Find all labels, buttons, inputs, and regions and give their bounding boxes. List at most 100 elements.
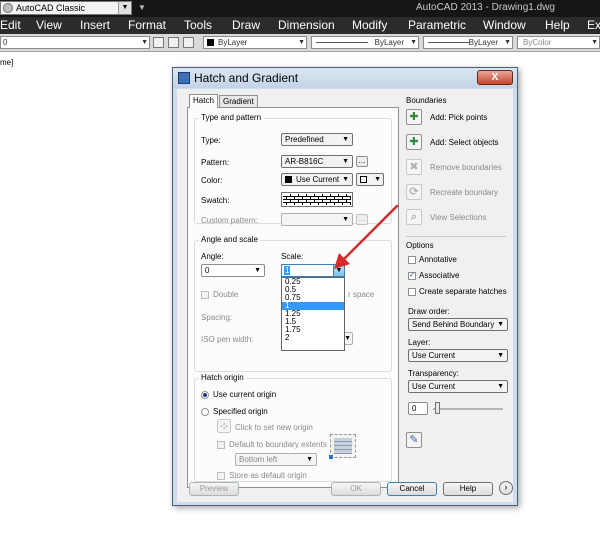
spacing-label: Spacing: xyxy=(201,313,233,322)
menu-tools[interactable]: Tools xyxy=(184,18,212,32)
scale-dropdown[interactable]: 1 ▼ xyxy=(281,264,345,277)
separate-hatches-label: Create separate hatches xyxy=(419,287,507,296)
group-title: Type and pattern xyxy=(199,113,264,123)
brick-pattern-icon xyxy=(283,194,351,205)
separate-hatches-checkbox[interactable] xyxy=(408,288,416,296)
associative-checkbox[interactable]: ✓ xyxy=(408,272,416,280)
linetype-dropdown[interactable]: ByLayer ▼ xyxy=(311,36,419,49)
view-selections-button[interactable]: ⌕ xyxy=(406,209,422,225)
double-checkbox[interactable] xyxy=(201,291,209,299)
plotstyle-dropdown[interactable]: ByColor ▼ xyxy=(517,36,600,49)
specified-origin-radio[interactable] xyxy=(201,408,209,416)
layer-label: Layer: xyxy=(408,338,431,347)
type-dropdown[interactable]: Predefined ▼ xyxy=(281,133,353,146)
angle-label: Angle: xyxy=(201,252,224,261)
dialog-caption-bar[interactable]: Hatch and Gradient X xyxy=(173,68,517,88)
dropdown-arrow-icon[interactable]: ▼ xyxy=(137,3,147,13)
add-pick-points-button[interactable]: ✚ xyxy=(406,109,422,125)
lineweight-preview xyxy=(428,42,470,43)
gear-icon xyxy=(3,3,13,13)
chevron-down-icon: ▼ xyxy=(118,2,131,14)
background-color-dropdown[interactable]: ▼ xyxy=(356,173,384,186)
menu-help[interactable]: Help xyxy=(545,18,570,32)
workspace-dropdown[interactable]: AutoCAD Classic ▼ xyxy=(0,1,132,15)
pattern-dropdown[interactable]: AR-B816C ▼ xyxy=(281,155,353,168)
use-current-origin-radio[interactable] xyxy=(201,391,209,399)
angle-dropdown[interactable]: 0 ▼ xyxy=(201,264,265,277)
hatch-layer-value: Use Current xyxy=(412,351,456,360)
recreate-boundary-label: Recreate boundary xyxy=(430,188,499,197)
add-select-objects-button[interactable]: ✚ xyxy=(406,134,422,150)
inherit-properties-button[interactable]: ✎ xyxy=(406,432,422,448)
group-title: Angle and scale xyxy=(199,235,260,245)
draw-order-dropdown[interactable]: Send Behind Boundary ▼ xyxy=(408,318,508,331)
preview-button[interactable]: Preview xyxy=(189,482,239,496)
transparency-amount-value: 0 xyxy=(412,404,417,413)
layer-states-icon[interactable] xyxy=(168,37,179,48)
scale-option[interactable]: 0.75 xyxy=(282,294,344,302)
separator xyxy=(406,236,506,237)
color-swatch xyxy=(285,176,292,183)
swatch-label: Swatch: xyxy=(201,196,230,205)
layer-previous-icon[interactable] xyxy=(153,37,164,48)
chevron-down-icon: ▼ xyxy=(342,136,349,143)
menu-draw[interactable]: Draw xyxy=(232,18,260,32)
menu-express[interactable]: Ex xyxy=(587,18,600,32)
transparency-slider-thumb[interactable] xyxy=(435,402,440,414)
click-set-origin-label: Click to set new origin xyxy=(235,423,313,432)
layer-dropdown[interactable]: 0 ▼ xyxy=(0,36,150,49)
cancel-button[interactable]: Cancel xyxy=(387,482,437,496)
store-default-checkbox[interactable] xyxy=(217,472,225,480)
custom-pattern-browse-button[interactable]: ... xyxy=(356,214,368,225)
help-button[interactable]: Help xyxy=(443,482,493,496)
remove-boundaries-label: Remove boundaries xyxy=(430,163,502,172)
annotative-checkbox[interactable] xyxy=(408,256,416,264)
hatch-tab-panel: Type and pattern Type: Predefined ▼ Patt… xyxy=(187,107,399,488)
associative-label: Associative xyxy=(419,271,460,280)
hatch-layer-dropdown[interactable]: Use Current ▼ xyxy=(408,349,508,362)
chevron-down-icon: ▼ xyxy=(591,39,598,46)
menu-parametric[interactable]: Parametric xyxy=(408,18,466,32)
lineweight-dropdown[interactable]: ByLayer ▼ xyxy=(423,36,513,49)
hatch-color-dropdown[interactable]: Use Current ▼ xyxy=(281,173,353,186)
view-selections-label: View Selections xyxy=(430,213,487,222)
transparency-dropdown[interactable]: Use Current ▼ xyxy=(408,380,508,393)
chevron-down-icon: ▼ xyxy=(497,383,504,390)
menu-dimension[interactable]: Dimension xyxy=(278,18,335,32)
color-dropdown[interactable]: ByLayer ▼ xyxy=(203,36,307,49)
more-options-button[interactable]: › xyxy=(499,481,513,495)
remove-boundaries-button[interactable]: ✖ xyxy=(406,159,422,175)
hatch-preview-icon xyxy=(334,438,352,454)
scale-option[interactable]: 2 xyxy=(282,334,344,342)
menu-format[interactable]: Format xyxy=(128,18,166,32)
scale-option[interactable]: 1.75 xyxy=(282,326,344,334)
chevron-down-icon: ▼ xyxy=(306,456,313,463)
swatch-preview[interactable] xyxy=(281,192,353,207)
make-current-layer-icon[interactable] xyxy=(183,37,194,48)
recreate-boundary-button[interactable]: ⟳ xyxy=(406,184,422,200)
pattern-browse-button[interactable]: ... xyxy=(356,156,368,167)
menu-insert[interactable]: Insert xyxy=(80,18,110,32)
group-title: Hatch origin xyxy=(199,373,246,383)
menu-modify[interactable]: Modify xyxy=(352,18,387,32)
linetype-preview xyxy=(316,42,368,43)
transparency-amount-field[interactable]: 0 xyxy=(408,402,428,415)
chevron-down-icon: ▼ xyxy=(342,216,349,223)
menu-view[interactable]: View xyxy=(36,18,62,32)
close-button[interactable]: X xyxy=(477,70,513,85)
click-set-origin-button[interactable]: ⊹ xyxy=(217,419,231,433)
transparency-slider-track[interactable] xyxy=(433,408,503,410)
menu-edit[interactable]: Edit xyxy=(0,18,21,32)
layer-value: 0 xyxy=(3,38,8,47)
menu-window[interactable]: Window xyxy=(483,18,526,32)
default-boundary-checkbox[interactable] xyxy=(217,441,225,449)
chevron-down-icon: ▼ xyxy=(497,352,504,359)
ok-button[interactable]: OK xyxy=(331,482,381,496)
scale-options-list[interactable]: 0.25 0.5 0.75 1 1.25 1.5 1.75 2 xyxy=(281,277,345,351)
color-value: ByLayer xyxy=(218,38,248,47)
boundary-position-dropdown[interactable]: Bottom left ▼ xyxy=(235,453,317,466)
tab-hatch[interactable]: Hatch xyxy=(189,94,218,108)
custom-pattern-dropdown[interactable]: ▼ xyxy=(281,213,353,226)
dialog-title: Hatch and Gradient xyxy=(194,71,299,85)
linetype-value: ByLayer xyxy=(374,38,404,47)
